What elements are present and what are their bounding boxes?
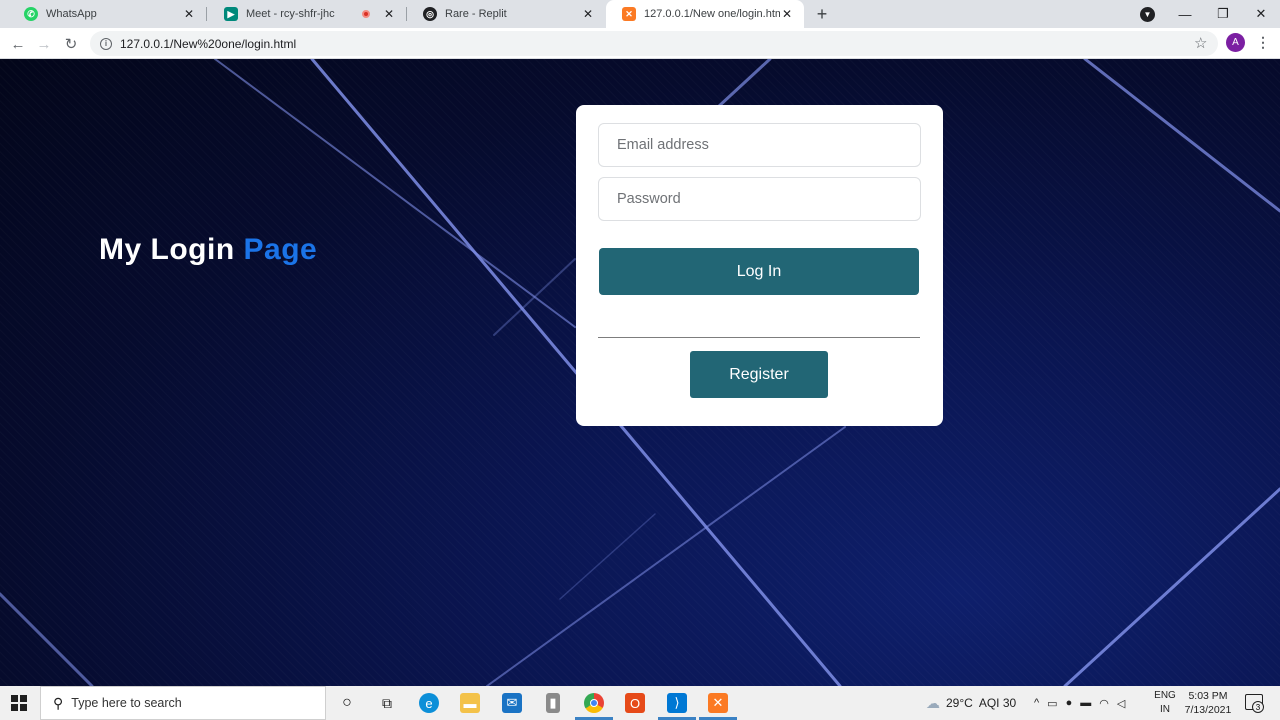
- vscode-icon[interactable]: ⟩: [667, 693, 687, 713]
- tab-title: 127.0.0.1/New one/login.html: [644, 8, 780, 20]
- close-icon[interactable]: ✕: [581, 7, 595, 21]
- wifi-icon[interactable]: ◠: [1099, 697, 1109, 710]
- forward-arrow-icon[interactable]: →: [34, 34, 54, 54]
- restore-icon[interactable]: ❐: [1204, 6, 1242, 22]
- bookmark-star-icon[interactable]: ☆: [1194, 34, 1207, 52]
- info-icon[interactable]: i: [100, 37, 112, 50]
- task-view-icon[interactable]: ⧉: [377, 693, 397, 713]
- google-meet-icon: ▶: [224, 7, 238, 21]
- tab-title: Meet - rcy-shfr-jhc: [246, 8, 335, 20]
- menu-kebab-icon[interactable]: ⋮: [1256, 34, 1270, 51]
- browser-toolbar: ← → ↻ i 127.0.0.1/New%20one/login.html ☆…: [0, 28, 1280, 59]
- tab-title: WhatsApp: [46, 8, 97, 20]
- tab-whatsapp[interactable]: ✆ WhatsApp ✕: [8, 0, 206, 28]
- battery-icon[interactable]: ▬: [1080, 697, 1091, 709]
- xampp-icon: ✕: [622, 7, 636, 21]
- meet-now-icon[interactable]: ▭: [1047, 697, 1057, 710]
- office-icon[interactable]: O: [625, 693, 645, 713]
- close-icon[interactable]: ✕: [382, 7, 396, 21]
- weather-widget[interactable]: ☁ 29°C AQI 30: [926, 686, 1016, 720]
- profile-avatar[interactable]: A: [1226, 33, 1245, 52]
- title-accent: Page: [243, 233, 318, 266]
- system-tray: ^ ▭ ● ▬ ◠ ◁: [1034, 686, 1125, 720]
- close-icon[interactable]: ✕: [182, 7, 196, 21]
- mail-icon[interactable]: ✉: [502, 693, 522, 713]
- app-icon[interactable]: ▮: [546, 693, 560, 713]
- window-controls: — ❐ ✕: [1166, 0, 1280, 28]
- lang-code: ENG: [1154, 690, 1176, 701]
- tab-meet[interactable]: ▶ Meet - rcy-shfr-jhc ✕: [208, 0, 406, 28]
- microphone-icon[interactable]: ●: [1066, 697, 1073, 709]
- clock-date: 7/13/2021: [1184, 704, 1232, 716]
- windows-taskbar: ⚲ Type here to search ○ ⧉ e ▬ ✉ ▮ O ⟩ ✕ …: [0, 686, 1280, 720]
- password-field[interactable]: [598, 177, 921, 221]
- tab-replit[interactable]: ◎ Rare - Replit ✕: [407, 0, 605, 28]
- tab-search-icon[interactable]: ▼: [1140, 7, 1155, 22]
- show-hidden-icons-icon[interactable]: ^: [1034, 697, 1039, 709]
- volume-icon[interactable]: ◁: [1117, 697, 1125, 710]
- title-prefix: My Login: [99, 233, 235, 266]
- search-icon: ⚲: [53, 694, 64, 711]
- recording-indicator-icon: [362, 10, 370, 18]
- taskbar-search-box[interactable]: ⚲ Type here to search: [40, 686, 326, 720]
- url-text: 127.0.0.1/New%20one/login.html: [120, 36, 297, 51]
- close-icon[interactable]: ✕: [780, 7, 794, 21]
- register-button[interactable]: Register: [690, 351, 828, 398]
- divider: [598, 337, 920, 338]
- tab-login-page[interactable]: ✕ 127.0.0.1/New one/login.html ✕: [606, 0, 804, 28]
- input-language[interactable]: ENG IN: [1152, 689, 1178, 717]
- close-window-icon[interactable]: ✕: [1242, 6, 1280, 22]
- taskbar-clock[interactable]: 5:03 PM 7/13/2021: [1180, 689, 1236, 717]
- page-viewport: My Login Page Log In Register: [0, 59, 1280, 686]
- browser-tab-strip: ✆ WhatsApp ✕ ▶ Meet - rcy-shfr-jhc ✕ ◎ R…: [0, 0, 1280, 28]
- back-arrow-icon[interactable]: ←: [8, 34, 28, 54]
- weather-aqi: AQI 30: [978, 696, 1017, 710]
- reload-icon[interactable]: ↻: [61, 34, 81, 54]
- page-title: My Login Page: [99, 233, 317, 267]
- tab-title: Rare - Replit: [445, 8, 507, 20]
- cortana-icon[interactable]: ○: [337, 693, 357, 713]
- minimize-icon[interactable]: —: [1166, 7, 1204, 22]
- clock-time: 5:03 PM: [1188, 690, 1228, 702]
- search-placeholder: Type here to search: [71, 696, 182, 710]
- windows-start-icon[interactable]: [11, 695, 27, 711]
- address-bar[interactable]: i 127.0.0.1/New%20one/login.html: [90, 31, 1218, 56]
- login-card: Log In Register: [576, 105, 943, 426]
- xampp-icon[interactable]: ✕: [708, 693, 728, 713]
- chrome-icon[interactable]: [584, 693, 604, 713]
- email-field[interactable]: [598, 123, 921, 167]
- region-code: IN: [1160, 704, 1170, 715]
- new-tab-button[interactable]: +: [811, 3, 833, 25]
- whatsapp-icon: ✆: [24, 7, 38, 21]
- edge-icon[interactable]: e: [419, 693, 439, 713]
- login-button[interactable]: Log In: [599, 248, 919, 295]
- cloud-icon: ☁: [926, 694, 940, 711]
- file-explorer-icon[interactable]: ▬: [460, 693, 480, 713]
- notification-count-badge: 3: [1252, 701, 1264, 713]
- replit-icon: ◎: [423, 7, 437, 21]
- weather-temp: 29°C: [946, 696, 973, 710]
